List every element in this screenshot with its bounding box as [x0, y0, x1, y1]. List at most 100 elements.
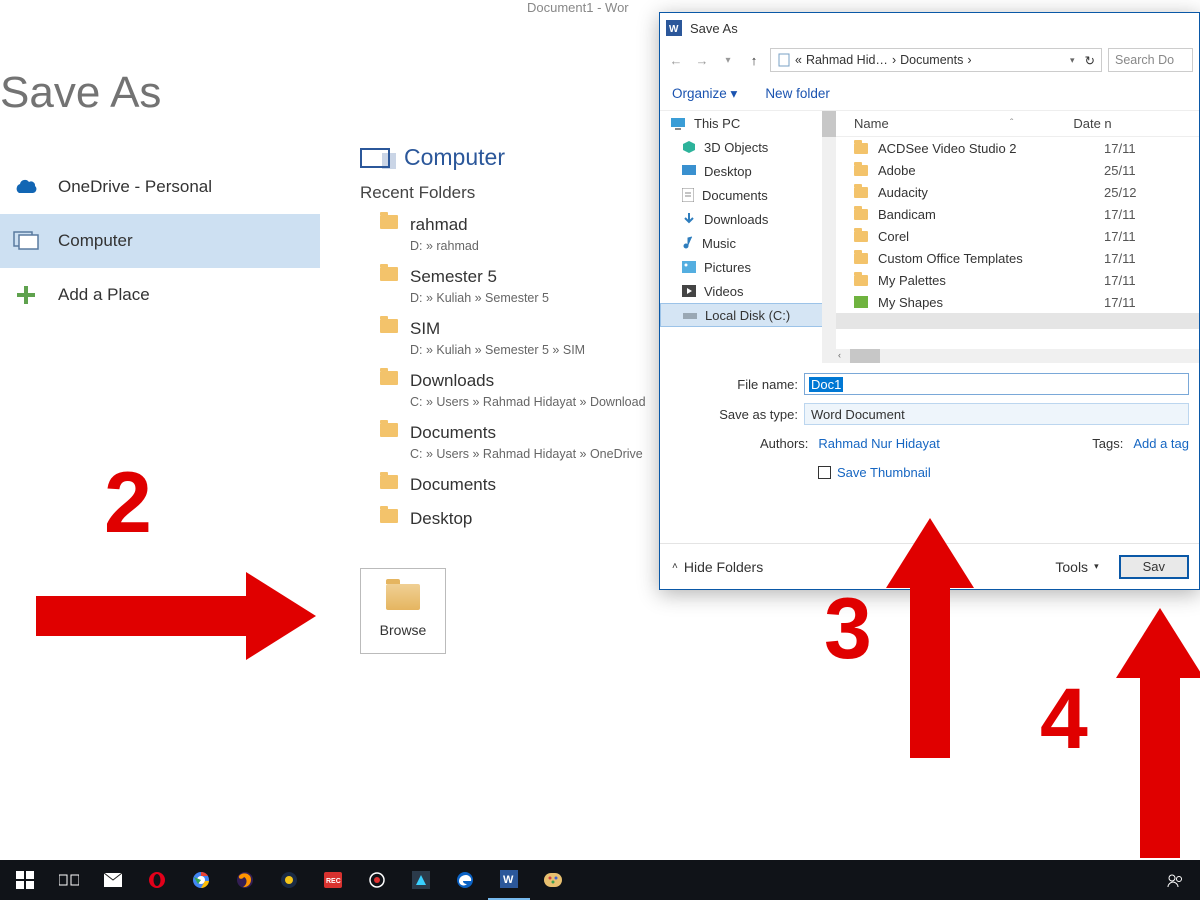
nav-forward-icon[interactable]: → — [692, 53, 712, 68]
taskbar-rec[interactable]: REC — [312, 860, 354, 900]
breadcrumb-prefix: « — [795, 53, 802, 67]
annotation-arrow-up-4 — [1116, 608, 1200, 858]
taskbar-app-2[interactable] — [400, 860, 442, 900]
tree-item-documents[interactable]: Documents — [660, 183, 835, 207]
tree-item-3d[interactable]: 3D Objects — [660, 135, 835, 159]
taskbar-paint[interactable] — [532, 860, 574, 900]
scrollbar-thumb[interactable] — [822, 111, 836, 137]
save-thumbnail-label: Save Thumbnail — [837, 465, 931, 480]
document-icon — [682, 188, 694, 202]
file-date: 17/11 — [1104, 295, 1136, 310]
dialog-toolbar: Organize ▾ New folder — [660, 77, 1199, 111]
page-heading: Save As — [0, 68, 161, 118]
tree-item-videos[interactable]: Videos — [660, 279, 835, 303]
annotation-number-2: 2 — [104, 454, 152, 553]
file-row[interactable]: Adobe25/11 — [836, 159, 1199, 181]
file-name: Custom Office Templates — [878, 251, 1094, 266]
music-icon — [682, 236, 694, 250]
recent-folder-name: Downloads — [410, 371, 646, 391]
tree-label: Documents — [702, 188, 768, 203]
tree-item-downloads[interactable]: Downloads — [660, 207, 835, 231]
tree-label: This PC — [694, 116, 740, 131]
nav-back-icon[interactable]: ← — [666, 53, 686, 68]
folder-icon — [380, 423, 398, 437]
saveastype-label: Save as type: — [670, 407, 798, 422]
sort-asc-icon: ˆ — [1010, 118, 1013, 129]
chevron-down-icon: ▾ — [1094, 561, 1099, 572]
breadcrumb-dropdown-icon[interactable]: ▾ — [1070, 55, 1075, 66]
save-thumbnail-checkbox[interactable] — [818, 466, 831, 479]
sidebar-item-onedrive[interactable]: OneDrive - Personal — [0, 160, 320, 214]
3d-icon — [682, 140, 696, 154]
column-date[interactable]: Date n — [1073, 116, 1111, 131]
column-name[interactable]: Name — [854, 116, 1080, 131]
file-row[interactable]: ACDSee Video Studio 217/11 — [836, 137, 1199, 159]
sidebar-item-computer[interactable]: Computer — [0, 214, 320, 268]
taskbar-app-1[interactable] — [268, 860, 310, 900]
files-scrollbar[interactable]: ‹ — [836, 349, 1199, 363]
chevron-right-icon: › — [967, 53, 971, 67]
filename-value: Doc1 — [809, 377, 843, 392]
tree-item-pictures[interactable]: Pictures — [660, 255, 835, 279]
sidebar-item-add-place[interactable]: Add a Place — [0, 268, 320, 322]
saveastype-dropdown[interactable]: Word Document — [804, 403, 1189, 425]
file-row[interactable] — [836, 313, 1199, 329]
taskbar-start[interactable] — [4, 860, 46, 900]
authors-value[interactable]: Rahmad Nur Hidayat — [818, 436, 939, 451]
filename-input[interactable]: Doc1 — [804, 373, 1189, 395]
breadcrumb-part[interactable]: Documents — [900, 53, 963, 67]
file-row[interactable]: Corel17/11 — [836, 225, 1199, 247]
taskbar-taskview[interactable] — [48, 860, 90, 900]
file-row[interactable]: Audacity 25/12 — [836, 181, 1199, 203]
organize-menu[interactable]: Organize ▾ — [672, 86, 737, 102]
file-date: 17/11 — [1104, 207, 1136, 222]
tags-value[interactable]: Add a tag — [1133, 436, 1189, 451]
tools-menu[interactable]: Tools ▾ — [1055, 559, 1098, 575]
new-folder-button[interactable]: New folder — [765, 86, 830, 101]
videos-icon — [682, 285, 696, 297]
nav-recent-icon[interactable]: ▾ — [718, 55, 738, 66]
hide-folders-button[interactable]: ˄ Hide Folders — [672, 559, 763, 575]
folder-icon — [854, 275, 868, 286]
file-date: 17/11 — [1104, 273, 1136, 288]
taskbar-chrome[interactable] — [180, 860, 222, 900]
sidebar-item-label: Computer — [58, 231, 133, 251]
browse-button[interactable]: Browse — [360, 568, 446, 654]
file-row[interactable]: My Shapes17/11 — [836, 291, 1199, 313]
tree-scrollbar[interactable] — [822, 111, 836, 363]
taskbar-record-circle[interactable] — [356, 860, 398, 900]
doc-location-icon — [777, 53, 791, 67]
refresh-icon[interactable]: ↻ — [1085, 53, 1095, 68]
breadcrumb[interactable]: « Rahmad Hid… › Documents › ▾ ↻ — [770, 48, 1102, 72]
folder-icon — [380, 267, 398, 281]
computer-icon — [12, 230, 40, 252]
tree-item-music[interactable]: Music — [660, 231, 835, 255]
breadcrumb-part[interactable]: Rahmad Hid… — [806, 53, 888, 67]
taskbar-word[interactable]: W — [488, 860, 530, 900]
search-input[interactable]: Search Do — [1108, 48, 1193, 72]
file-name: Audacity — [878, 185, 1094, 200]
folder-icon — [854, 165, 868, 176]
tree-item-local-disk[interactable]: Local Disk (C:)▾ — [660, 303, 835, 327]
file-row[interactable]: My Palettes17/11 — [836, 269, 1199, 291]
file-list-header[interactable]: Name ˆ Date n — [836, 111, 1199, 137]
taskbar-people[interactable] — [1154, 860, 1196, 900]
taskbar-opera[interactable] — [136, 860, 178, 900]
nav-up-icon[interactable]: ↑ — [744, 53, 764, 68]
tree-label: 3D Objects — [704, 140, 768, 155]
save-button[interactable]: Sav — [1119, 555, 1189, 579]
taskbar-firefox[interactable] — [224, 860, 266, 900]
scrollbar-thumb[interactable] — [850, 349, 880, 363]
scroll-left-icon[interactable]: ‹ — [838, 350, 841, 360]
folder-icon — [380, 475, 398, 489]
taskbar-mail[interactable] — [92, 860, 134, 900]
annotation-number-4: 4 — [1040, 670, 1088, 769]
tree-item-this-pc[interactable]: This PC — [660, 111, 835, 135]
file-row[interactable]: Bandicam17/11 — [836, 203, 1199, 225]
file-row[interactable]: Custom Office Templates17/11 — [836, 247, 1199, 269]
folder-icon — [854, 187, 868, 198]
tree-item-desktop[interactable]: Desktop — [660, 159, 835, 183]
taskbar-edge[interactable] — [444, 860, 486, 900]
recent-folder-name: Documents — [410, 475, 496, 495]
file-date: 25/12 — [1104, 185, 1137, 200]
